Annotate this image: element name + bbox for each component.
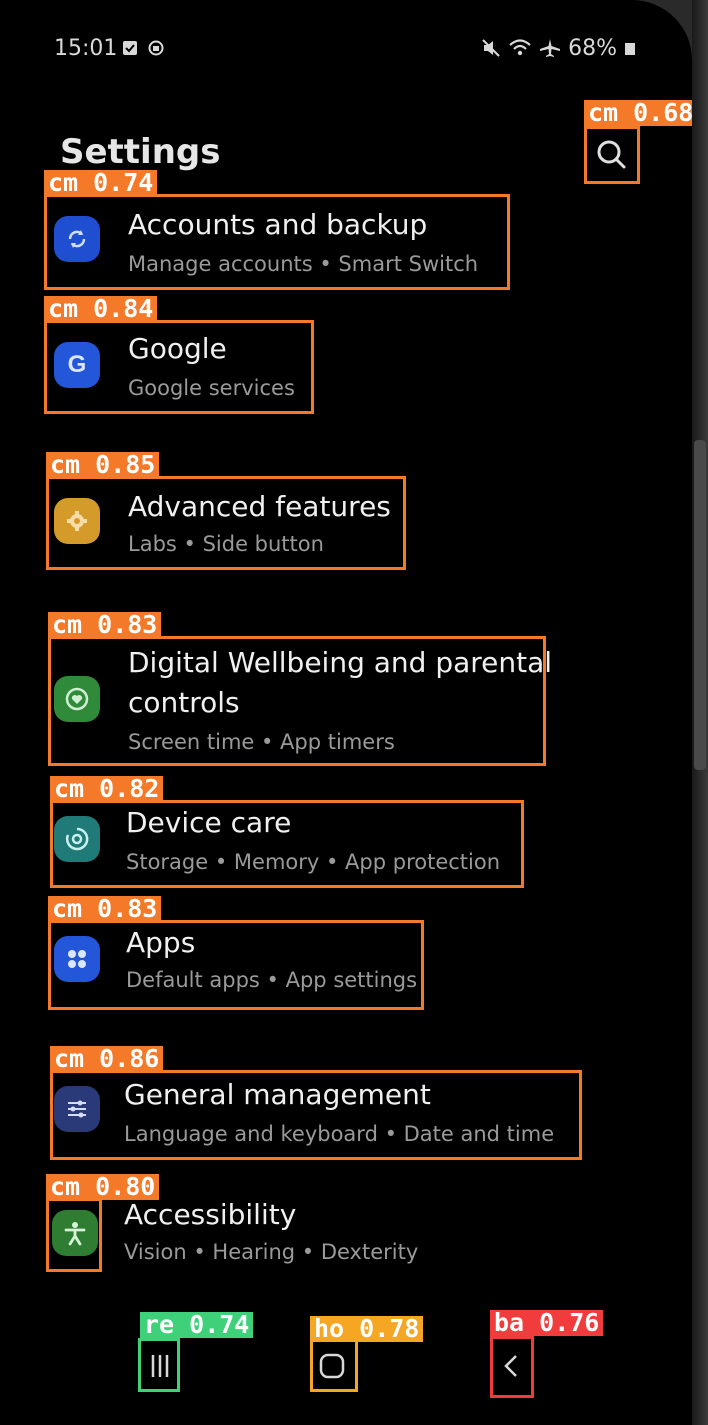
device-side-button — [694, 440, 706, 770]
item-title-line2: controls — [128, 686, 240, 719]
recents-icon — [151, 1355, 169, 1377]
item-subtitle: Google services — [128, 376, 295, 400]
search-button[interactable] — [586, 128, 638, 182]
home-button[interactable] — [312, 1340, 352, 1392]
wellbeing-icon — [54, 676, 100, 722]
settings-item-device-care[interactable]: Device care Storage • Memory • App prote… — [52, 802, 520, 886]
settings-item-digital-wellbeing[interactable]: Digital Wellbeing and parental controls … — [50, 638, 552, 764]
battery-percent: 68% — [568, 36, 617, 61]
detection-label: cm 0.83 — [48, 896, 162, 922]
settings-item-general-management[interactable]: General management Language and keyboard… — [52, 1072, 580, 1158]
settings-item-accessibility[interactable]: Accessibility Vision • Hearing • Dexteri… — [48, 1198, 528, 1272]
item-subtitle: Default apps • App settings — [126, 968, 418, 992]
search-icon — [597, 140, 626, 169]
item-title: Advanced features — [128, 490, 391, 523]
battery-icon — [625, 43, 635, 55]
apps-grid-icon — [54, 936, 100, 982]
back-button[interactable] — [492, 1340, 532, 1392]
item-title: Digital Wellbeing and parental — [128, 646, 553, 679]
item-title: Device care — [126, 806, 292, 839]
detection-label: cm 0.84 — [44, 296, 158, 322]
back-icon — [504, 1355, 517, 1377]
status-bar: 15:01 68% — [54, 36, 654, 66]
item-title: General management — [124, 1078, 431, 1111]
settings-item-advanced-features[interactable]: Advanced features Labs • Side button — [48, 478, 404, 568]
detection-label-recent: re 0.74 — [140, 1312, 254, 1338]
item-subtitle: Labs • Side button — [128, 532, 324, 556]
settings-item-accounts-and-backup[interactable]: Accounts and backup Manage accounts • Sm… — [46, 196, 508, 288]
mute-icon — [482, 39, 500, 57]
detection-label: cm 0.83 — [48, 612, 162, 638]
item-subtitle: Storage • Memory • App protection — [126, 850, 501, 874]
sliders-icon — [54, 1086, 100, 1132]
download-notification-icon — [123, 41, 137, 55]
detection-label-search: cm 0.68 — [584, 100, 692, 126]
item-title: Accessibility — [124, 1198, 297, 1231]
phone-screen: 15:01 68% Settings cm 0.68 Accounts and … — [0, 0, 692, 1425]
accessibility-icon — [52, 1210, 98, 1256]
page-title: Settings — [60, 132, 221, 172]
detection-label-home: ho 0.78 — [310, 1316, 424, 1342]
detection-label: cm 0.74 — [44, 170, 158, 196]
airplane-mode-icon — [540, 39, 561, 57]
detection-label: cm 0.80 — [46, 1174, 160, 1200]
item-subtitle: Manage accounts • Smart Switch — [128, 252, 479, 276]
detection-label: cm 0.82 — [50, 776, 164, 802]
recent-apps-button[interactable] — [140, 1340, 180, 1392]
item-title: Google — [128, 332, 227, 365]
settings-item-google[interactable]: G Google Google services — [46, 322, 312, 412]
item-subtitle: Vision • Hearing • Dexterity — [124, 1240, 419, 1264]
detection-label: cm 0.85 — [46, 452, 160, 478]
item-subtitle: Language and keyboard • Date and time — [124, 1122, 555, 1146]
status-right: 68% — [481, 36, 636, 61]
detection-label-back: ba 0.76 — [490, 1310, 604, 1336]
device-care-icon — [54, 816, 100, 862]
item-subtitle: Screen time • App timers — [128, 730, 395, 754]
sync-icon — [54, 216, 100, 262]
detection-label: cm 0.86 — [50, 1046, 164, 1072]
item-title: Apps — [126, 926, 196, 959]
home-icon — [319, 1353, 345, 1379]
item-title: Accounts and backup — [128, 208, 428, 241]
wifi-icon — [509, 39, 531, 56]
settings-item-apps[interactable]: Apps Default apps • App settings — [50, 922, 422, 1008]
google-icon: G — [54, 342, 100, 388]
puzzle-gear-icon — [54, 498, 100, 544]
status-time: 15:01 — [54, 36, 118, 61]
app-notification-icon — [148, 40, 164, 56]
